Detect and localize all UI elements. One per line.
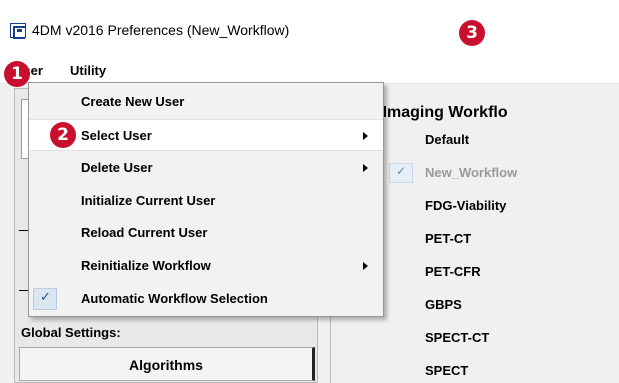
global-settings-label: Global Settings:: [21, 325, 121, 340]
callout-badge-3: 3: [459, 20, 485, 46]
menu-bar: User Utility: [0, 56, 619, 84]
workflow-label: SPECT-CT: [425, 330, 490, 345]
workflow-checkbox[interactable]: [389, 262, 413, 282]
workflow-item-spect-ct[interactable]: SPECT-CT: [331, 320, 619, 353]
window-title: 4DM v2016 Preferences (New_Workflow): [32, 22, 290, 38]
menu-item-label: Select User: [81, 128, 152, 143]
menu-item-label: Delete User: [81, 160, 153, 175]
workflow-checkbox[interactable]: [389, 130, 413, 150]
menu-item-label: Reinitialize Workflow: [81, 258, 211, 273]
submenu-arrow-icon: [363, 262, 368, 270]
app-logo-icon: [10, 23, 26, 39]
workflow-label: GBPS: [425, 297, 462, 312]
workflow-label: Default: [425, 132, 470, 147]
submenu-arrow-icon: [363, 164, 368, 172]
menu-utility[interactable]: Utility: [66, 61, 110, 80]
algorithms-button[interactable]: Algorithms: [19, 347, 315, 381]
workflow-checkbox[interactable]: [389, 229, 413, 249]
workflow-checkbox[interactable]: [389, 196, 413, 216]
menu-item-delete-user[interactable]: Delete User: [29, 152, 383, 184]
workflow-checkbox[interactable]: [389, 328, 413, 348]
callout-badge-1: 1: [4, 61, 30, 87]
check-icon: [33, 288, 57, 310]
title-bar: 4DM v2016 Preferences (New_Workflow): [0, 0, 619, 56]
menu-item-automatic-workflow-selection[interactable]: Automatic Workflow Selection: [29, 283, 383, 315]
workflow-label: PET-CFR: [425, 264, 481, 279]
workflow-label: New_Workflow: [425, 165, 518, 180]
check-icon[interactable]: [389, 163, 413, 183]
workflow-checkbox[interactable]: [389, 295, 413, 315]
submenu-arrow-icon: [363, 132, 368, 140]
menu-item-label: Create New User: [81, 94, 185, 109]
menu-item-label: Reload Current User: [81, 225, 208, 240]
menu-item-reinitialize-workflow[interactable]: Reinitialize Workflow: [29, 250, 383, 282]
menu-item-reload-current-user[interactable]: Reload Current User: [29, 217, 383, 249]
workflow-label: FDG-Viability: [425, 198, 507, 213]
workflow-item-spect[interactable]: SPECT: [331, 353, 619, 383]
menu-item-select-user[interactable]: Select User: [29, 119, 383, 151]
callout-badge-2: 2: [50, 122, 76, 148]
menu-item-label: Initialize Current User: [81, 193, 216, 208]
menu-item-create-new-user[interactable]: Create New User: [29, 86, 383, 118]
workflow-label: SPECT: [425, 363, 469, 378]
workflow-checkbox[interactable]: [389, 361, 413, 381]
menu-item-initialize-current-user[interactable]: Initialize Current User: [29, 185, 383, 217]
workflow-label: PET-CT: [425, 231, 472, 246]
user-menu-dropdown: Create New User Select User Delete User …: [28, 82, 384, 317]
menu-item-label: Automatic Workflow Selection: [81, 291, 268, 306]
